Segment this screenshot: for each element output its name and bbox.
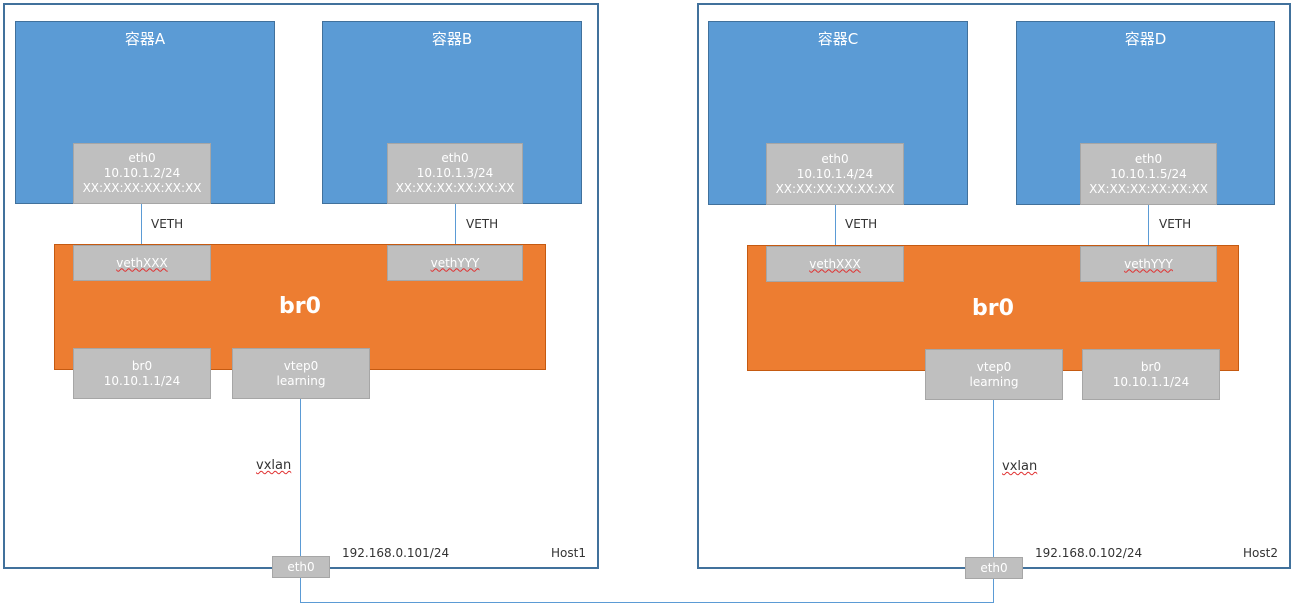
veth-link-a: [141, 204, 142, 245]
vtep-name: vtep0: [976, 359, 1012, 374]
vxlan-label-host2: vxlan: [1002, 459, 1038, 474]
veth-link-d: [1148, 205, 1149, 246]
eth-mac: XX:XX:XX:XX:XX:XX: [1089, 181, 1208, 196]
eth-mac: XX:XX:XX:XX:XX:XX: [775, 181, 895, 196]
veth-label-b: VETH: [466, 217, 499, 231]
veth-port-xxx: vethXXX: [73, 245, 211, 281]
vtep-mode: learning: [276, 373, 326, 388]
veth-label-c: VETH: [845, 217, 878, 231]
veth-port-label: vethYYY: [1124, 256, 1173, 271]
veth-port-yyy: vethYYY: [387, 245, 523, 281]
br0-port-ip: 10.10.1.1/24: [1112, 374, 1190, 389]
veth-port-label: vethXXX: [116, 255, 168, 270]
eth-name: eth0: [821, 151, 849, 166]
host2-eth0: eth0: [965, 557, 1023, 579]
phys-link-bottom: [300, 602, 994, 603]
vtep-mode: learning: [969, 374, 1019, 389]
vtep0-port: vtep0 learning: [232, 348, 370, 399]
br0-port: br0 10.10.1.1/24: [73, 348, 211, 399]
eth-ip: 10.10.1.2/24: [103, 166, 181, 180]
container-c-title: 容器C: [817, 30, 859, 48]
veth-port-yyy: vethYYY: [1080, 246, 1217, 282]
veth-port-xxx: vethXXX: [766, 246, 904, 282]
host1-ip: 192.168.0.101/24: [342, 546, 450, 560]
vxlan-link-host1: [300, 399, 301, 556]
br0-port-name: br0: [1140, 359, 1162, 374]
vxlan-link-host2: [993, 400, 994, 557]
eth-ip: 10.10.1.3/24: [416, 166, 494, 180]
phys-link-host2-drop: [993, 579, 994, 603]
container-a-title: 容器A: [124, 30, 166, 48]
host-eth-label: eth0: [287, 559, 315, 574]
container-b-eth0: eth0 10.10.1.3/24 XX:XX:XX:XX:XX:XX: [387, 143, 523, 204]
veth-link-c: [835, 205, 836, 246]
eth-ip: 10.10.1.5/24: [1110, 166, 1187, 181]
container-c-eth0: eth0 10.10.1.4/24 XX:XX:XX:XX:XX:XX: [766, 143, 904, 205]
container-d-title: 容器D: [1124, 30, 1167, 48]
veth-label-a: VETH: [151, 217, 184, 231]
host1-eth0: eth0: [272, 556, 330, 578]
container-a-eth0: eth0 10.10.1.2/24 XX:XX:XX:XX:XX:XX: [73, 143, 211, 204]
host2-ip: 192.168.0.102/24: [1035, 546, 1143, 560]
host-eth-label: eth0: [980, 560, 1008, 575]
container-b-title: 容器B: [431, 30, 473, 48]
eth-name: eth0: [128, 151, 156, 165]
vtep-name: vtep0: [283, 358, 319, 373]
br0-port: br0 10.10.1.1/24: [1082, 349, 1220, 400]
veth-port-label: vethYYY: [430, 255, 480, 270]
br0-port-name: br0: [131, 358, 153, 373]
veth-link-b: [455, 204, 456, 245]
eth-name: eth0: [441, 151, 469, 165]
vtep0-port: vtep0 learning: [925, 349, 1063, 400]
container-d-eth0: eth0 10.10.1.5/24 XX:XX:XX:XX:XX:XX: [1080, 143, 1217, 205]
eth-ip: 10.10.1.4/24: [796, 166, 874, 181]
veth-label-d: VETH: [1159, 217, 1192, 231]
bridge-label: br0: [279, 294, 321, 319]
phys-link-host1-drop: [300, 578, 301, 603]
br0-port-ip: 10.10.1.1/24: [103, 373, 181, 388]
eth-mac: XX:XX:XX:XX:XX:XX: [395, 181, 515, 195]
veth-port-label: vethXXX: [809, 256, 861, 271]
eth-name: eth0: [1134, 151, 1163, 166]
host2-name: Host2: [1243, 546, 1278, 560]
vxlan-label-host1: vxlan: [256, 458, 292, 473]
eth-mac: XX:XX:XX:XX:XX:XX: [82, 181, 202, 195]
bridge-label: br0: [972, 296, 1014, 321]
host1-name: Host1: [551, 546, 586, 560]
